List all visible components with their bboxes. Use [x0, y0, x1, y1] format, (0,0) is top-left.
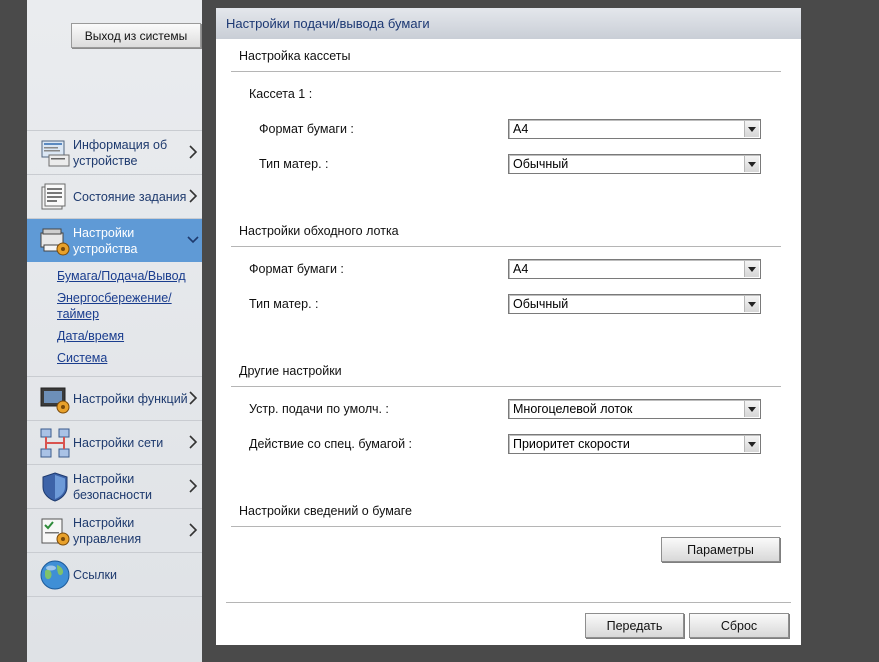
submit-button[interactable]: Передать — [585, 613, 684, 638]
cassette-media-type-label: Тип матер. : — [259, 157, 329, 171]
dropdown-arrow-icon[interactable] — [744, 436, 759, 452]
sidebar-item-management[interactable]: Настройки управления — [27, 508, 202, 552]
chevron-right-icon — [189, 189, 198, 203]
sidebar-item-label: Настройки управления — [73, 515, 142, 546]
sidebar-item-label: Настройки устройства — [73, 225, 138, 256]
footer-divider — [226, 602, 791, 603]
device-settings-icon — [40, 228, 70, 255]
reset-button[interactable]: Сброс — [689, 613, 789, 638]
sidebar-item-device-info[interactable]: Информация об устройстве — [27, 130, 202, 174]
cassette-heading: Настройка кассеты — [239, 49, 351, 63]
submenu-link-datetime[interactable]: Дата/время — [57, 328, 202, 344]
special-paper-label: Действие со спец. бумагой : — [249, 437, 413, 451]
paper-info-heading: Настройки сведений о бумаге — [239, 504, 412, 518]
bypass-media-type-select[interactable]: Обычный — [508, 294, 761, 314]
chevron-right-icon — [189, 145, 198, 159]
sidebar-item-links[interactable]: Ссылки — [27, 552, 202, 597]
job-status-icon — [41, 183, 66, 209]
sidebar-item-security[interactable]: Настройки безопасности — [27, 464, 202, 508]
default-feed-label: Устр. подачи по умолч. : — [249, 402, 389, 416]
settings-panel: Настройки подачи/вывода бумаги Настройка… — [216, 8, 801, 645]
chevron-right-icon — [189, 435, 198, 449]
default-feed-select[interactable]: Многоцелевой лоток — [508, 399, 761, 419]
sidebar-item-function-settings[interactable]: Настройки функций — [27, 376, 202, 420]
dropdown-arrow-icon[interactable] — [744, 156, 759, 172]
bypass-media-type-label: Тип матер. : — [249, 297, 319, 311]
sidebar-item-label: Состояние задания — [73, 189, 187, 204]
sidebar: Выход из системы Информация об устройств… — [27, 0, 202, 662]
submenu-link-energy[interactable]: Энергосбережение/таймер — [57, 290, 202, 322]
section-divider — [231, 386, 781, 387]
section-divider — [231, 526, 781, 527]
globe-icon — [40, 560, 70, 589]
special-paper-select[interactable]: Приоритет скорости — [508, 434, 761, 454]
sidebar-item-job-status[interactable]: Состояние задания — [27, 174, 202, 218]
dropdown-arrow-icon[interactable] — [744, 121, 759, 137]
bypass-paper-size-select[interactable]: A4 — [508, 259, 761, 279]
device-settings-submenu: Бумага/Подача/Вывод Энергосбережение/тай… — [27, 262, 202, 376]
chevron-right-icon — [189, 391, 198, 405]
chevron-down-icon — [187, 236, 199, 244]
select-value: Многоцелевой лоток — [513, 402, 633, 416]
cassette1-label: Кассета 1 : — [249, 87, 313, 101]
network-icon — [40, 428, 70, 457]
dropdown-arrow-icon[interactable] — [744, 401, 759, 417]
logout-button[interactable]: Выход из системы — [71, 23, 201, 48]
device-info-icon — [41, 140, 70, 166]
management-icon — [41, 518, 70, 545]
submenu-link-system[interactable]: Система — [57, 350, 202, 366]
cassette-media-type-select[interactable]: Обычный — [508, 154, 761, 174]
select-value: Обычный — [513, 297, 569, 311]
sidebar-item-network[interactable]: Настройки сети — [27, 420, 202, 464]
bypass-paper-size-label: Формат бумаги : — [249, 262, 344, 276]
bypass-heading: Настройки обходного лотка — [239, 224, 399, 238]
sidebar-item-device-settings[interactable]: Настройки устройства — [27, 218, 202, 262]
panel-title: Настройки подачи/вывода бумаги — [216, 8, 801, 39]
parameters-button[interactable]: Параметры — [661, 537, 780, 562]
chevron-right-icon — [189, 523, 198, 537]
select-value: A4 — [513, 122, 529, 136]
other-heading: Другие настройки — [239, 364, 342, 378]
cassette-paper-size-label: Формат бумаги : — [259, 122, 354, 136]
dropdown-arrow-icon[interactable] — [744, 261, 759, 277]
sidebar-item-label: Настройки функций — [73, 391, 188, 406]
sidebar-item-label: Ссылки — [73, 567, 118, 582]
section-divider — [231, 246, 781, 247]
submenu-link-paper[interactable]: Бумага/Подача/Вывод — [57, 268, 202, 284]
function-settings-icon — [40, 387, 70, 413]
select-value: A4 — [513, 262, 529, 276]
dropdown-arrow-icon[interactable] — [744, 296, 759, 312]
select-value: Приоритет скорости — [513, 437, 630, 451]
sidebar-item-label: Информация об устройстве — [73, 137, 168, 168]
sidebar-item-label: Настройки сети — [73, 435, 164, 450]
shield-icon — [42, 471, 68, 502]
select-value: Обычный — [513, 157, 569, 171]
section-divider — [231, 71, 781, 72]
sidebar-menu: Информация об устройстве Состояние задан… — [27, 130, 202, 597]
cassette-paper-size-select[interactable]: A4 — [508, 119, 761, 139]
chevron-right-icon — [189, 479, 198, 493]
sidebar-item-label: Настройки безопасности — [73, 471, 153, 502]
